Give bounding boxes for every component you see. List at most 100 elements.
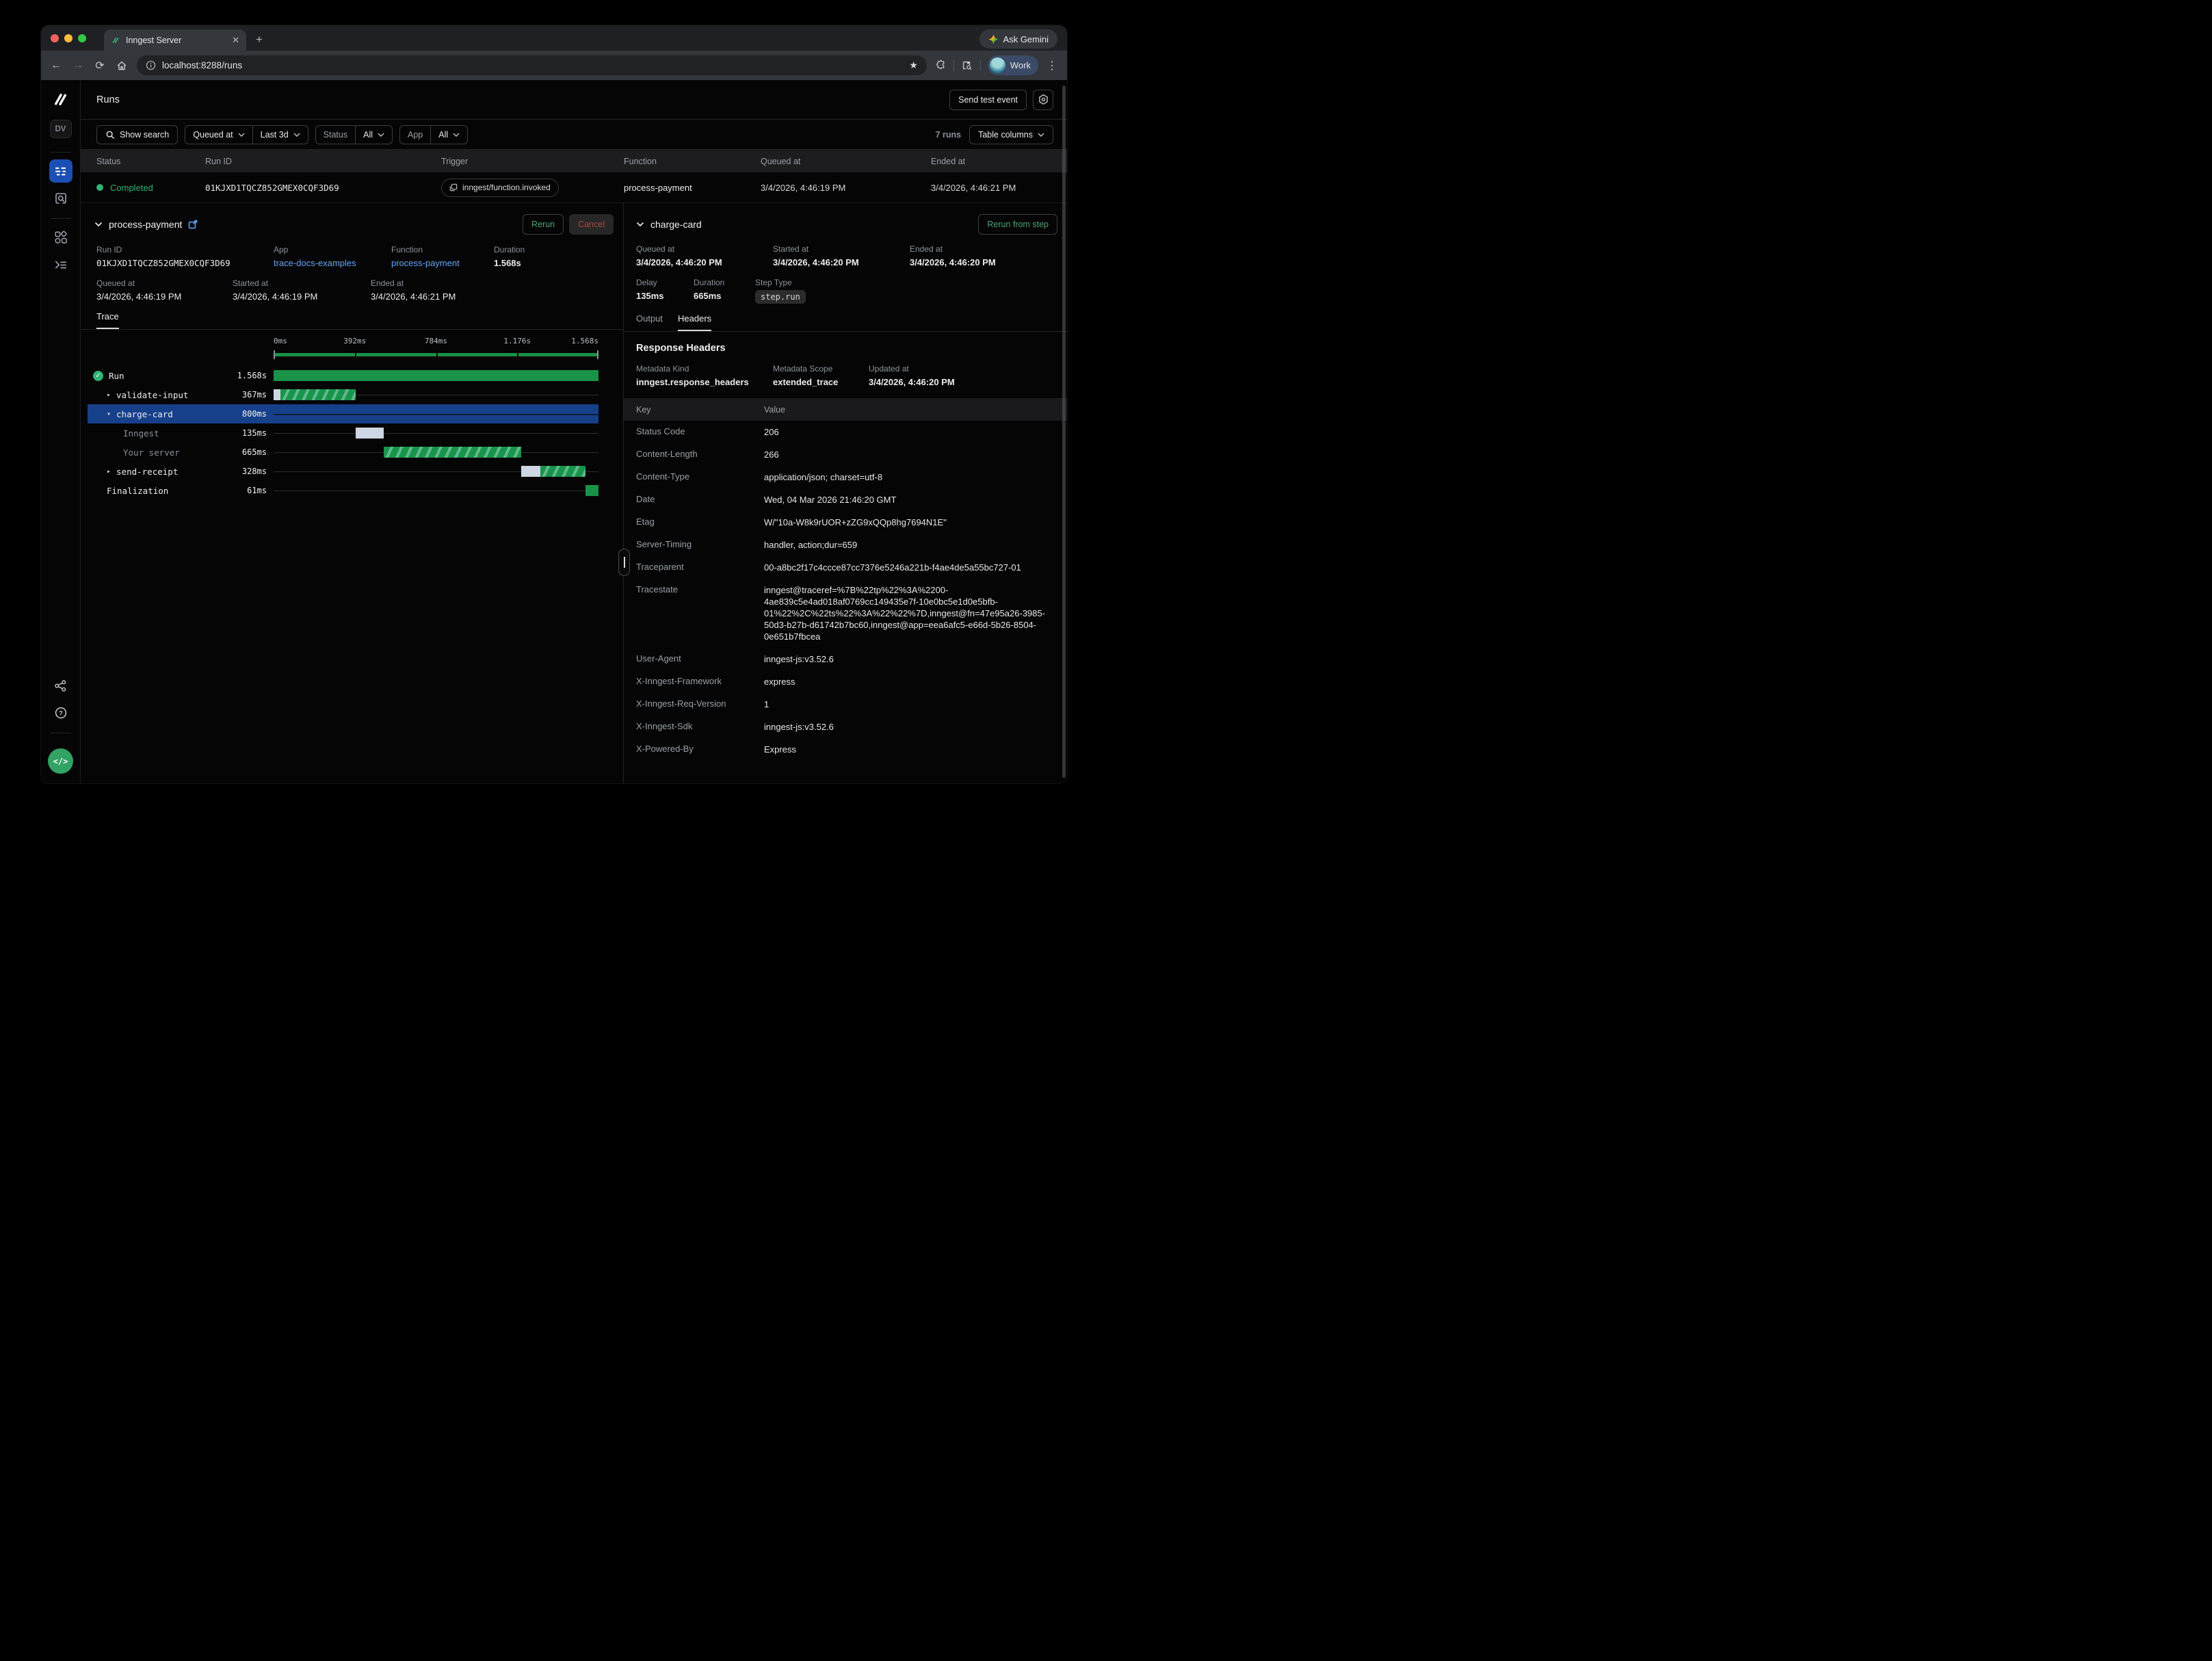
trace-row-finalization[interactable]: Finalization61ms [88,481,598,500]
runs-count: 7 runs [936,130,962,140]
sidebar-item-apps[interactable] [49,226,73,249]
col-run-id: Run ID [205,157,441,166]
step-detail-panel: charge-card Rerun from step Queued at3/4… [624,203,1067,783]
ask-gemini-button[interactable]: Ask Gemini [979,29,1057,49]
table-columns-button[interactable]: Table columns [969,125,1053,144]
home-icon[interactable] [115,59,129,73]
close-button[interactable] [51,34,59,42]
site-info-icon[interactable] [146,60,156,70]
minimize-button[interactable] [64,34,73,42]
help-icon: ? [54,706,68,720]
toolbar-divider [953,60,954,71]
table-row[interactable]: Completed 01KJXD1TQCZ852GMEX0CQF3D69 inn… [81,172,1067,203]
trace-minimap[interactable] [274,350,598,359]
tab-strip: Inngest Server ✕ + Ask Gemini [41,25,1067,51]
col-function: Function [624,157,761,166]
event-icon [449,183,458,192]
trace-tabs: Trace [81,302,623,330]
trace-row-your-server[interactable]: Your server665ms [88,443,598,462]
external-link-icon[interactable] [188,220,198,229]
function-cell: process-payment [624,183,761,193]
sidebar-item-runs[interactable] [49,159,73,183]
step-started-value: 3/4/2026, 4:46:20 PM [773,257,910,267]
header-row: Server-Timinghandler, action;dur=659 [636,534,1053,556]
send-test-event-button[interactable]: Send test event [949,90,1027,110]
started-label: Started at [233,278,371,288]
avatar [990,57,1005,73]
sidebar-item-inspector[interactable] [49,187,73,210]
detail-split: process-payment Rerun Cancel Run ID01KJX… [81,203,1067,783]
app-link[interactable]: trace-docs-examples [274,258,391,268]
duration-value: 1.568s [494,258,614,268]
page-scrollbar[interactable] [1062,86,1066,778]
chevron-down-icon [293,133,300,137]
browser-toolbar: ← → ⟳ localhost:8288/runs ★ Work [41,51,1067,80]
main-content: Runs Send test event Show search Queued … [81,80,1067,783]
tab-output[interactable]: Output [636,313,663,331]
status-filter-dropdown[interactable]: All [355,126,392,144]
share-icon [54,679,67,692]
search-box-icon [54,192,68,205]
forward-icon[interactable]: → [71,59,85,73]
apps-icon [54,231,68,244]
app-filter: App All [399,125,468,144]
env-badge[interactable]: DV [50,120,72,138]
header-row: EtagW/"10a-W8k9rUOR+zZG9xQQp8hg7694N1E" [636,511,1053,534]
status-badge: Completed [110,183,153,193]
caret-right-icon[interactable]: ▸ [107,468,111,475]
header-row: Tracestateinngest@traceref=%7B%22tp%22%3… [636,579,1053,648]
trace-row-validate-input[interactable]: ▸validate-input367ms [88,385,598,404]
header-row: Content-Length266 [636,443,1053,466]
trigger-pill[interactable]: inngest/function.invoked [441,179,559,197]
sidebar-item-stream[interactable] [49,253,73,276]
url-bar[interactable]: localhost:8288/runs ★ [137,55,927,75]
rerun-button[interactable]: Rerun [523,214,564,235]
queued-at-dropdown[interactable]: Queued at [185,126,252,144]
tab-close-icon[interactable]: ✕ [232,35,239,46]
new-tab-button[interactable]: + [256,33,263,47]
back-icon[interactable]: ← [49,59,63,73]
chevron-down-icon [1038,133,1044,137]
tab-trace[interactable]: Trace [96,311,119,329]
toolbar-right: Work ⋮ [935,55,1059,75]
extensions-icon[interactable] [935,60,947,71]
bookmark-star-icon[interactable]: ★ [909,60,918,71]
cancel-button[interactable]: Cancel [569,214,614,235]
profile-chip[interactable]: Work [988,55,1038,75]
kv-table-header: Key Value [624,398,1067,421]
caret-down-icon[interactable]: ▾ [107,410,111,418]
help-button[interactable]: ? [49,701,73,724]
url-text[interactable]: localhost:8288/runs [162,60,903,70]
dev-tools-button[interactable]: </> [48,748,73,774]
settings-button[interactable] [1033,90,1053,110]
browser-menu-icon[interactable]: ⋮ [1045,59,1059,73]
trace-row-inngest[interactable]: Inngest135ms [88,423,598,443]
pane-resize-handle[interactable] [618,549,630,576]
time-range-dropdown[interactable]: Last 3d [252,126,308,144]
collapse-chevron-icon[interactable] [636,222,644,227]
app-filter-label: App [400,126,430,144]
tab-favicon-inngest-icon [111,36,120,45]
col-trigger: Trigger [441,157,624,166]
run-id-value: 01KJXD1TQCZ852GMEX0CQF3D69 [96,258,274,268]
headers-content: Response Headers Metadata Kindinngest.re… [624,332,1067,783]
function-link[interactable]: process-payment [391,258,494,268]
rerun-from-step-button[interactable]: Rerun from step [978,214,1057,235]
trace-row-charge-card[interactable]: ▾charge-card800ms [88,404,598,423]
ask-gemini-label: Ask Gemini [1003,34,1049,44]
response-headers-title: Response Headers [636,343,1053,354]
share-button[interactable] [49,674,73,697]
zoom-button[interactable] [78,34,86,42]
collapse-chevron-icon[interactable] [94,222,103,227]
page-search-icon[interactable] [961,60,973,72]
toolbar-divider [980,60,981,71]
trace-row-send-receipt[interactable]: ▸send-receipt328ms [88,462,598,481]
browser-tab[interactable]: Inngest Server ✕ [104,29,246,51]
reload-icon[interactable]: ⟳ [93,59,107,73]
delay-value: 135ms [636,291,694,301]
show-search-button[interactable]: Show search [96,125,178,144]
trace-row-run[interactable]: ✓Run1.568s [88,366,598,385]
tab-headers[interactable]: Headers [678,313,711,331]
caret-right-icon[interactable]: ▸ [107,391,111,399]
app-filter-dropdown[interactable]: All [430,126,467,144]
